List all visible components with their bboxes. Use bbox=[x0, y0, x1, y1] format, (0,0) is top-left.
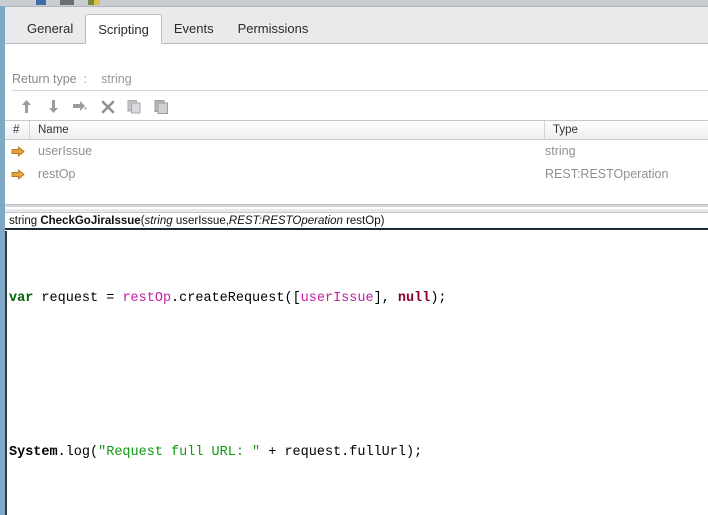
row-icon-cell bbox=[5, 163, 30, 186]
delete-parameter-button[interactable] bbox=[94, 95, 121, 118]
add-parameter-button[interactable] bbox=[67, 95, 94, 118]
delete-x-icon bbox=[101, 100, 115, 114]
parameter-type[interactable]: string bbox=[545, 140, 708, 163]
arrow-down-icon bbox=[47, 99, 60, 114]
token-text: request = bbox=[33, 290, 123, 306]
tab-bar: General Scripting Events Permissions bbox=[5, 7, 708, 44]
toolbar-icon-fragment-4 bbox=[94, 0, 100, 5]
signature-return-type: string bbox=[9, 215, 41, 227]
signature-function-name: CheckGoJiraIssue bbox=[40, 215, 141, 227]
tab-events[interactable]: Events bbox=[162, 15, 226, 43]
return-type-divider bbox=[12, 90, 708, 91]
orange-arrow-icon bbox=[11, 169, 25, 180]
script-editor-window: General Scripting Events Permissions Ret… bbox=[0, 0, 708, 515]
splitter-bar-top bbox=[5, 204, 708, 207]
column-header-number[interactable]: # bbox=[5, 121, 30, 140]
token-text: ); bbox=[430, 290, 447, 306]
parameter-toolbar bbox=[5, 93, 708, 120]
move-down-button[interactable] bbox=[40, 95, 67, 118]
toolbar-icon-fragment-2 bbox=[60, 0, 74, 5]
arrow-up-icon bbox=[20, 99, 33, 114]
token-text: .createRequest([ bbox=[171, 290, 301, 306]
tab-events-label: Events bbox=[173, 21, 214, 36]
parameters-table-header: # Name Type bbox=[5, 121, 708, 140]
token-text: ], bbox=[373, 290, 398, 306]
token-string: "Request full URL: " bbox=[98, 445, 261, 461]
tab-general[interactable]: General bbox=[15, 15, 85, 43]
paste-button[interactable] bbox=[148, 95, 175, 118]
code-editor[interactable]: var request = restOp.createRequest([user… bbox=[5, 231, 708, 515]
splitter-bar-bottom bbox=[5, 209, 708, 213]
signature-param2-type: REST:RESTOperation bbox=[228, 215, 343, 227]
signature-close-paren: ) bbox=[380, 215, 385, 227]
function-signature-bar: string CheckGoJiraIssue(string userIssue… bbox=[5, 214, 708, 230]
token-identifier: restOp bbox=[122, 290, 172, 306]
tab-general-label: General bbox=[27, 21, 74, 36]
copy-icon bbox=[127, 99, 142, 114]
tab-scripting-label: Scripting bbox=[98, 22, 149, 37]
row-icon-cell bbox=[5, 140, 30, 163]
token-text: .log( bbox=[57, 445, 99, 461]
return-type-label: Return type bbox=[12, 72, 77, 86]
parameter-name[interactable]: userIssue bbox=[30, 140, 545, 163]
parameter-name[interactable]: restOp bbox=[30, 163, 545, 186]
return-type-value[interactable]: string bbox=[94, 72, 132, 86]
token-null: null bbox=[397, 290, 431, 306]
code-line-1[interactable]: var request = restOp.createRequest([user… bbox=[9, 289, 708, 308]
signature-param1-name: userIssue, bbox=[172, 215, 229, 227]
tab-permissions-label: Permissions bbox=[237, 21, 309, 36]
add-arrow-icon bbox=[72, 99, 89, 114]
signature-param2-name: restOp bbox=[342, 215, 381, 227]
token-identifier: userIssue bbox=[300, 290, 374, 306]
toolbar-icon-fragment-1 bbox=[36, 0, 46, 5]
token-text: + request.fullUrl); bbox=[260, 445, 423, 461]
code-lines[interactable]: var request = restOp.createRequest([user… bbox=[7, 231, 708, 515]
tab-scripting[interactable]: Scripting bbox=[85, 14, 162, 44]
parameter-type[interactable]: REST:RESTOperation bbox=[545, 163, 708, 186]
orange-arrow-icon bbox=[11, 146, 25, 157]
token-system: System bbox=[9, 445, 58, 461]
column-header-name[interactable]: Name bbox=[30, 121, 545, 140]
code-line-2-blank[interactable] bbox=[9, 366, 708, 385]
token-var: var bbox=[9, 290, 34, 306]
panel-splitter[interactable] bbox=[5, 202, 708, 214]
table-row[interactable]: userIssue string bbox=[5, 140, 708, 163]
code-line-3[interactable]: System.log("Request full URL: " + reques… bbox=[9, 443, 708, 462]
table-row[interactable]: restOp REST:RESTOperation bbox=[5, 163, 708, 186]
copy-button[interactable] bbox=[121, 95, 148, 118]
move-up-button[interactable] bbox=[13, 95, 40, 118]
return-type-row: Return type : string bbox=[5, 44, 708, 92]
signature-param1-type: string bbox=[144, 215, 173, 227]
parameters-table: # Name Type userIssue string restOp REST… bbox=[5, 120, 708, 186]
tab-permissions[interactable]: Permissions bbox=[226, 15, 321, 43]
paste-icon bbox=[154, 99, 169, 114]
column-header-type[interactable]: Type bbox=[545, 121, 708, 140]
return-type-separator: : bbox=[83, 72, 88, 86]
